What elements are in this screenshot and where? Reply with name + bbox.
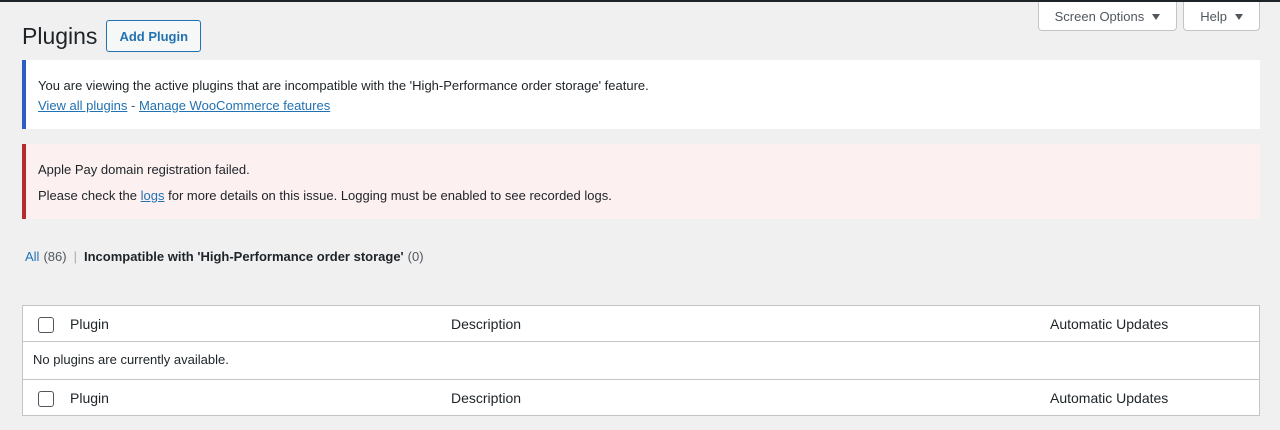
help-button[interactable]: Help — [1183, 2, 1260, 31]
table-footer-row: Plugin Description Automatic Updates — [23, 379, 1259, 415]
column-footer-automatic-updates: Automatic Updates — [1050, 390, 1169, 406]
screen-options-button[interactable]: Screen Options — [1037, 2, 1178, 31]
screen-options-label: Screen Options — [1054, 8, 1145, 24]
page-title: Plugins — [22, 23, 98, 49]
select-all-checkbox[interactable] — [38, 317, 54, 333]
plugins-table: Plugin Description Automatic Updates No … — [22, 305, 1260, 416]
error-notice-message: Apple Pay domain registration failed. — [38, 162, 250, 177]
table-header-row: Plugin Description Automatic Updates — [23, 306, 1259, 342]
column-header-plugin[interactable]: Plugin — [70, 316, 109, 332]
error-notice: Apple Pay domain registration failed. Pl… — [22, 144, 1260, 219]
link-separator: - — [131, 98, 136, 113]
caret-down-icon — [1235, 13, 1243, 20]
info-notice: You are viewing the active plugins that … — [22, 60, 1260, 129]
error-notice-detail: Please check the logs for more details o… — [38, 188, 612, 203]
column-header-automatic-updates: Automatic Updates — [1050, 316, 1169, 332]
info-notice-links: View all plugins - Manage WooCommerce fe… — [38, 98, 330, 113]
manage-woocommerce-features-link[interactable]: Manage WooCommerce features — [139, 98, 330, 113]
filter-incompatible-count: (0) — [407, 249, 424, 264]
logs-link[interactable]: logs — [141, 188, 165, 203]
error-detail-prefix: Please check the — [38, 188, 138, 203]
view-all-plugins-link[interactable]: View all plugins — [38, 98, 127, 113]
screen-meta-links: Screen Options Help — [1037, 2, 1260, 31]
help-label: Help — [1200, 8, 1227, 24]
no-plugins-message: No plugins are currently available. — [33, 352, 229, 367]
page-header: Plugins Add Plugin — [22, 20, 202, 52]
filter-separator: | — [73, 249, 77, 264]
plugin-status-filters: All (86) | Incompatible with 'High-Perfo… — [25, 249, 424, 264]
select-all-checkbox-footer[interactable] — [38, 391, 54, 407]
column-footer-description: Description — [451, 390, 522, 406]
table-row: No plugins are currently available. — [23, 342, 1259, 379]
caret-down-icon — [1152, 13, 1161, 20]
add-plugin-button[interactable]: Add Plugin — [106, 20, 202, 52]
filter-all-count: (86) — [43, 249, 67, 264]
filter-all-link[interactable]: All — [25, 249, 39, 264]
error-detail-suffix: for more details on this issue. Logging … — [168, 188, 612, 203]
filter-incompatible-current[interactable]: Incompatible with 'High-Performance orde… — [84, 249, 404, 264]
column-footer-plugin[interactable]: Plugin — [70, 390, 109, 406]
column-header-description: Description — [451, 316, 522, 332]
info-notice-message: You are viewing the active plugins that … — [38, 78, 649, 93]
